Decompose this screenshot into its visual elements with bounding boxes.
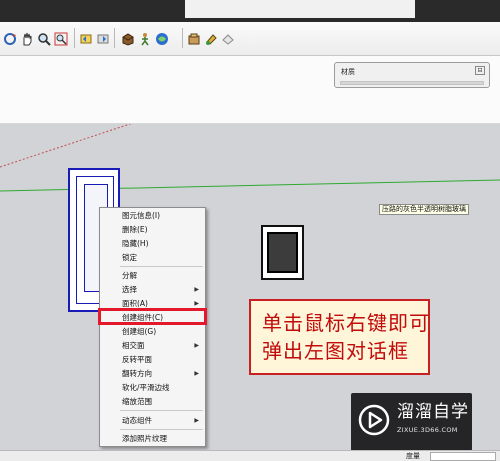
next-view-icon[interactable] [95,31,111,47]
menu-item-soften-edges[interactable]: 软化/平滑边线 [100,381,205,394]
pan-icon[interactable] [19,31,35,47]
callout-line-1: 单击鼠标右键即可 [262,311,430,335]
materials-panel-title: 材质 [341,68,355,76]
menu-item-label: 添加照片纹理 [122,434,167,443]
menu-item-explode[interactable]: 分解 [100,269,205,282]
menu-item-reverse-faces[interactable]: 反转平面 [100,353,205,366]
watermark-url: ZIXUE.3D66.COM [397,426,458,434]
menu-item-label: 删除(E) [122,225,148,234]
orbit-icon[interactable] [2,31,18,47]
menu-item-intersect[interactable]: 相交面 ▶ [100,339,205,352]
material-tooltip: 压路的灰色半透明树脂玻璃 [379,204,469,215]
menu-item-label: 创建组(G) [122,327,157,336]
menu-item-make-group[interactable]: 创建组(G) [100,325,205,338]
toolbar [0,22,500,56]
submenu-arrow-icon: ▶ [194,417,199,424]
menu-separator [120,410,203,411]
watermark-name: 溜溜自学 [397,402,469,422]
menu-item-dynamic-components[interactable]: 动态组件 ▶ [100,414,205,427]
context-menu: 图元信息(I) 删除(E) 隐藏(H) 锁定 分解 选择 ▶ 面积(A) ▶ 创建组… [99,207,206,447]
menu-item-label: 缩放范围 [122,397,152,406]
menu-item-label: 翻转方向 [122,369,152,378]
menu-item-flip-along[interactable]: 翻转方向 ▶ [100,367,205,380]
menu-item-label: 动态组件 [122,416,152,425]
menu-item-entity-info[interactable]: 图元信息(I) [100,209,205,222]
instruction-callout: 单击鼠标右键即可 弹出左图对话框 [249,299,430,375]
menu-item-zoom-extents[interactable]: 缩放范围 [100,395,205,408]
status-bar: 度量 [0,450,500,461]
submenu-arrow-icon: ▶ [194,370,199,377]
walk-tools-group [120,28,170,50]
toolbar-separator [182,28,183,48]
menu-item-label: 软化/平滑边线 [122,383,170,392]
shadow-icon[interactable] [186,31,202,47]
menu-item-label: 分解 [122,271,137,280]
frame-object[interactable] [261,225,304,280]
title-bar [0,0,500,22]
title-bar-light-area [185,0,415,18]
menu-item-select[interactable]: 选择 ▶ [100,283,205,296]
toolbar-separator [114,28,115,48]
paint-icon[interactable] [203,31,219,47]
menu-item-add-photo-texture[interactable]: 添加照片纹理 [100,432,205,445]
section-icon[interactable] [220,31,236,47]
menu-item-label: 锁定 [122,253,137,262]
menu-item-delete[interactable]: 删除(E) [100,223,205,236]
submenu-arrow-icon: ▶ [194,286,199,293]
measurements-label: 度量 [406,452,420,460]
camera-tools-group [2,28,69,50]
walk-icon[interactable] [137,31,153,47]
position-camera-icon[interactable] [154,31,170,47]
frame-object-glass [267,232,298,273]
materials-panel-bar [340,81,484,85]
submenu-arrow-icon: ▶ [194,342,199,349]
menu-item-label: 隐藏(H) [122,239,149,248]
view-tools-group [78,28,111,50]
menu-item-label: 选择 [122,285,137,294]
play-logo-icon [358,404,390,436]
menu-item-label: 图元信息(I) [122,211,161,220]
menu-item-hide[interactable]: 隐藏(H) [100,237,205,250]
materials-panel[interactable]: 材质 ⊟ [334,62,490,88]
menu-separator [120,429,203,430]
menu-item-label: 相交面 [122,341,145,350]
highlight-box [98,308,207,325]
collapse-icon[interactable]: ⊟ [475,66,485,75]
watermark-logo: 溜溜自学 ZIXUE.3D66.COM [351,393,472,451]
zoom-icon[interactable] [36,31,52,47]
callout-line-2: 弹出左图对话框 [262,339,409,363]
measurements-input[interactable] [430,452,496,461]
menu-item-label: 面积(A) [122,299,148,308]
component-icon[interactable] [120,31,136,47]
zoom-extents-icon[interactable] [53,31,69,47]
toolbar-separator [74,28,75,48]
menu-item-label: 反转平面 [122,355,152,364]
previous-view-icon[interactable] [78,31,94,47]
material-tools-group [186,28,236,50]
menu-item-lock[interactable]: 锁定 [100,251,205,264]
menu-separator [120,266,203,267]
